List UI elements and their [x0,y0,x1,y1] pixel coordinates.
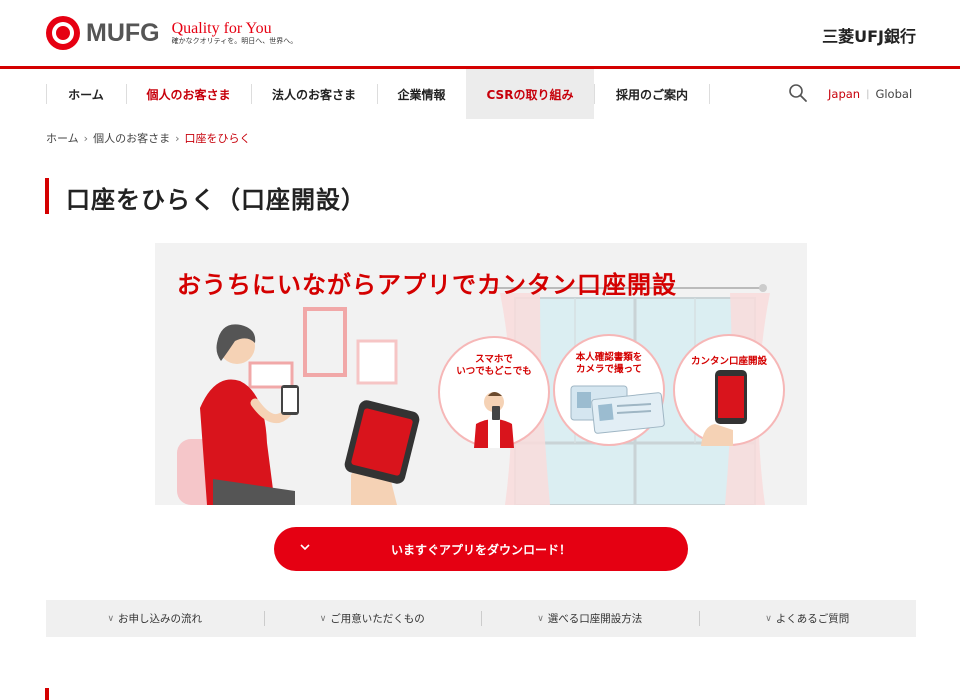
phone-app-illustration [701,370,747,446]
global-nav: ホーム 個人のお客さま 法人のお客さま 企業情報 CSRの取り組み 採用のご案内… [0,69,960,119]
title-accent-bar [45,178,49,214]
lang-japan-link[interactable]: Japan [828,87,860,101]
anchor-label: 選べる口座開設方法 [547,613,643,625]
anchor-application-flow[interactable]: ∨ お申し込みの流れ [46,600,264,637]
anchor-label: ご用意いただくもの [330,613,425,625]
breadcrumb: ホーム › 個人のお客さま › 口座をひらく [46,130,250,146]
chevron-down-icon: ∨ [107,613,115,624]
language-switcher: Japan | Global [828,87,912,101]
in-page-anchor-nav: ∨ お申し込みの流れ ∨ ご用意いただくもの ∨ 選べる口座開設方法 ∨ よくあ… [46,600,916,637]
person-phone-illustration [474,392,514,448]
anchor-label: お申し込みの流れ [118,613,203,625]
mufg-logo-mark-icon [46,16,80,50]
tagline: Quality for You 確かなクオリティを。明日へ、世界へ。 [172,20,298,46]
chevron-right-icon: › [83,131,89,145]
nav-item-personal[interactable]: 個人のお客さま [126,69,251,119]
anchor-faq[interactable]: ∨ よくあるご質問 [698,600,917,637]
anchor-required-items[interactable]: ∨ ご用意いただくもの [263,600,482,637]
breadcrumb-home[interactable]: ホーム [46,130,79,146]
logo-text: MUFG [86,18,160,47]
breadcrumb-current: 口座をひらく [184,132,251,145]
anchor-label: よくあるご質問 [775,613,850,625]
feature-circle-account-open: カンタン口座開設 [673,334,785,446]
chevron-down-icon: ∨ [765,613,772,624]
breadcrumb-personal[interactable]: 個人のお客さま [93,130,170,146]
chevron-down-icon: ∨ [319,613,327,624]
search-icon[interactable] [788,83,808,103]
next-section-accent-bar [45,688,49,700]
chevron-down-icon: ∨ [537,613,544,624]
lang-global-link[interactable]: Global [875,87,912,101]
site-header: MUFG Quality for You 確かなクオリティを。明日へ、世界へ。 … [0,0,960,66]
tagline-main: Quality for You [171,20,272,37]
lang-separator: | [866,88,870,100]
bank-name[interactable]: 三菱UFJ銀行 [822,23,916,47]
nav-item-company-info[interactable]: 企業情報 [377,69,466,119]
nav-item-csr[interactable]: CSRの取り組み [466,69,594,119]
chevron-down-icon [300,544,310,551]
nav-item-corporate[interactable]: 法人のお客さま [251,69,377,119]
page-title: 口座をひらく（口座開設） [66,186,366,214]
banner-headline: おうちにいながらアプリでカンタン口座開設 [177,271,677,299]
nav-item-recruit[interactable]: 採用のご案内 [594,69,710,119]
hero-banner: おうちにいながらアプリでカンタン口座開設 スマホで いつでもどこでも 本人確認書… [155,243,807,505]
feature-circle-id-camera: 本人確認書類を カメラで撮って [553,334,665,446]
mufg-logo[interactable]: MUFG Quality for You 確かなクオリティを。明日へ、世界へ。 [46,16,297,50]
download-app-label: いますぐアプリをダウンロード！ [390,542,571,557]
tagline-sub: 確かなクオリティを。明日へ、世界へ。 [171,37,298,45]
feature-circle-smartphone: スマホで いつでもどこでも [438,336,550,448]
chevron-right-icon: › [175,131,180,145]
download-app-button[interactable]: いますぐアプリをダウンロード！ [274,527,688,571]
anchor-opening-methods[interactable]: ∨ 選べる口座開設方法 [481,600,699,637]
nav-item-home[interactable]: ホーム [46,69,126,119]
id-card-illustration [570,385,665,434]
